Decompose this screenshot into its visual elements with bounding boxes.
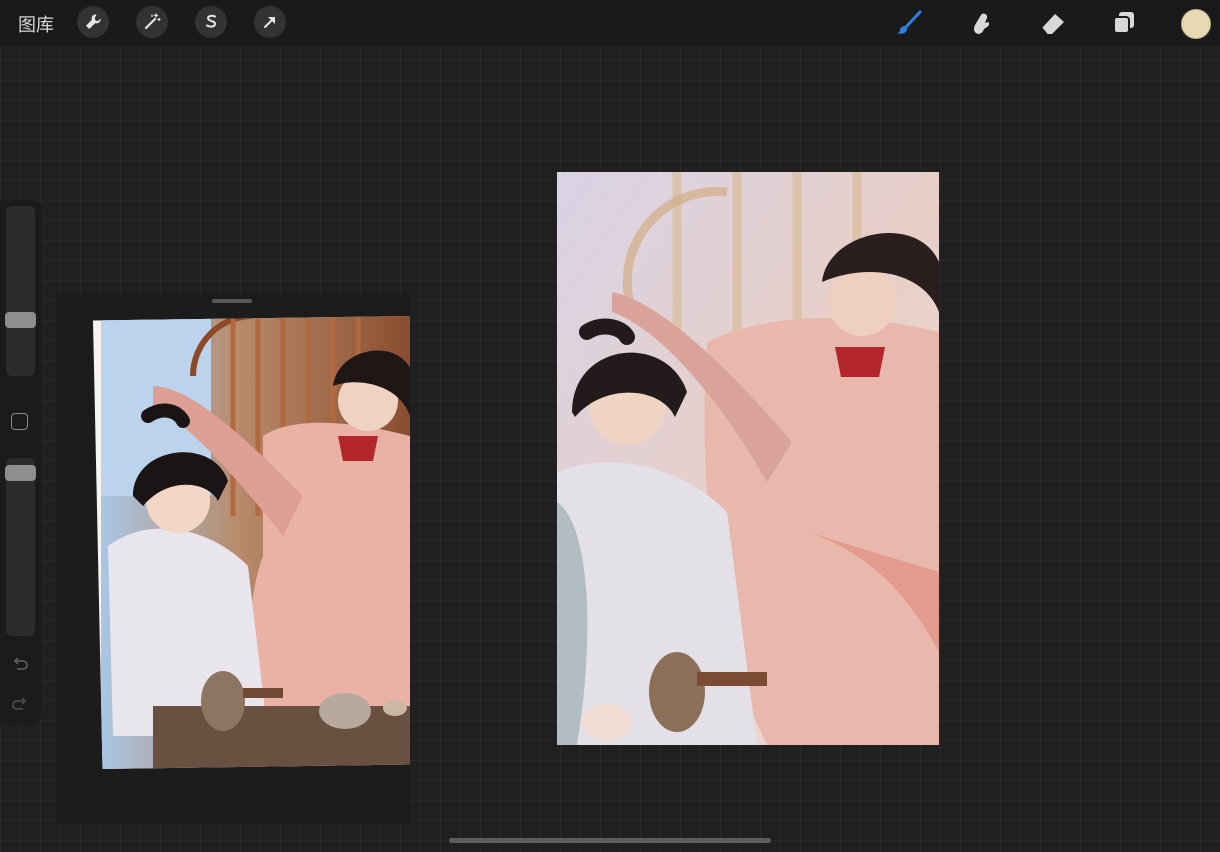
painting-canvas[interactable]: [557, 172, 939, 745]
reference-photo: [93, 316, 410, 769]
eraser-icon[interactable]: [1036, 6, 1070, 40]
smudge-icon[interactable]: [964, 6, 998, 40]
redo-icon[interactable]: [9, 694, 31, 716]
opacity-handle[interactable]: [5, 465, 36, 481]
selection-s-icon[interactable]: [195, 6, 227, 38]
reference-window[interactable]: [56, 294, 410, 824]
reference-drag-handle[interactable]: [212, 299, 252, 303]
opacity-slider[interactable]: [6, 458, 35, 636]
brush-size-slider[interactable]: [6, 206, 35, 376]
brush-icon[interactable]: [892, 6, 926, 40]
home-indicator: [449, 838, 771, 843]
undo-icon[interactable]: [9, 654, 31, 676]
gallery-button[interactable]: 图库: [18, 11, 54, 37]
magic-wand-icon[interactable]: [136, 6, 168, 38]
transform-arrow-icon[interactable]: [254, 6, 286, 38]
brush-size-handle[interactable]: [5, 312, 36, 328]
left-sidebar: [0, 200, 41, 724]
wrench-icon[interactable]: [77, 6, 109, 38]
modify-button[interactable]: [11, 413, 28, 430]
color-swatch[interactable]: [1181, 9, 1211, 39]
top-toolbar: 图库: [0, 0, 1220, 46]
layers-icon[interactable]: [1107, 6, 1141, 40]
